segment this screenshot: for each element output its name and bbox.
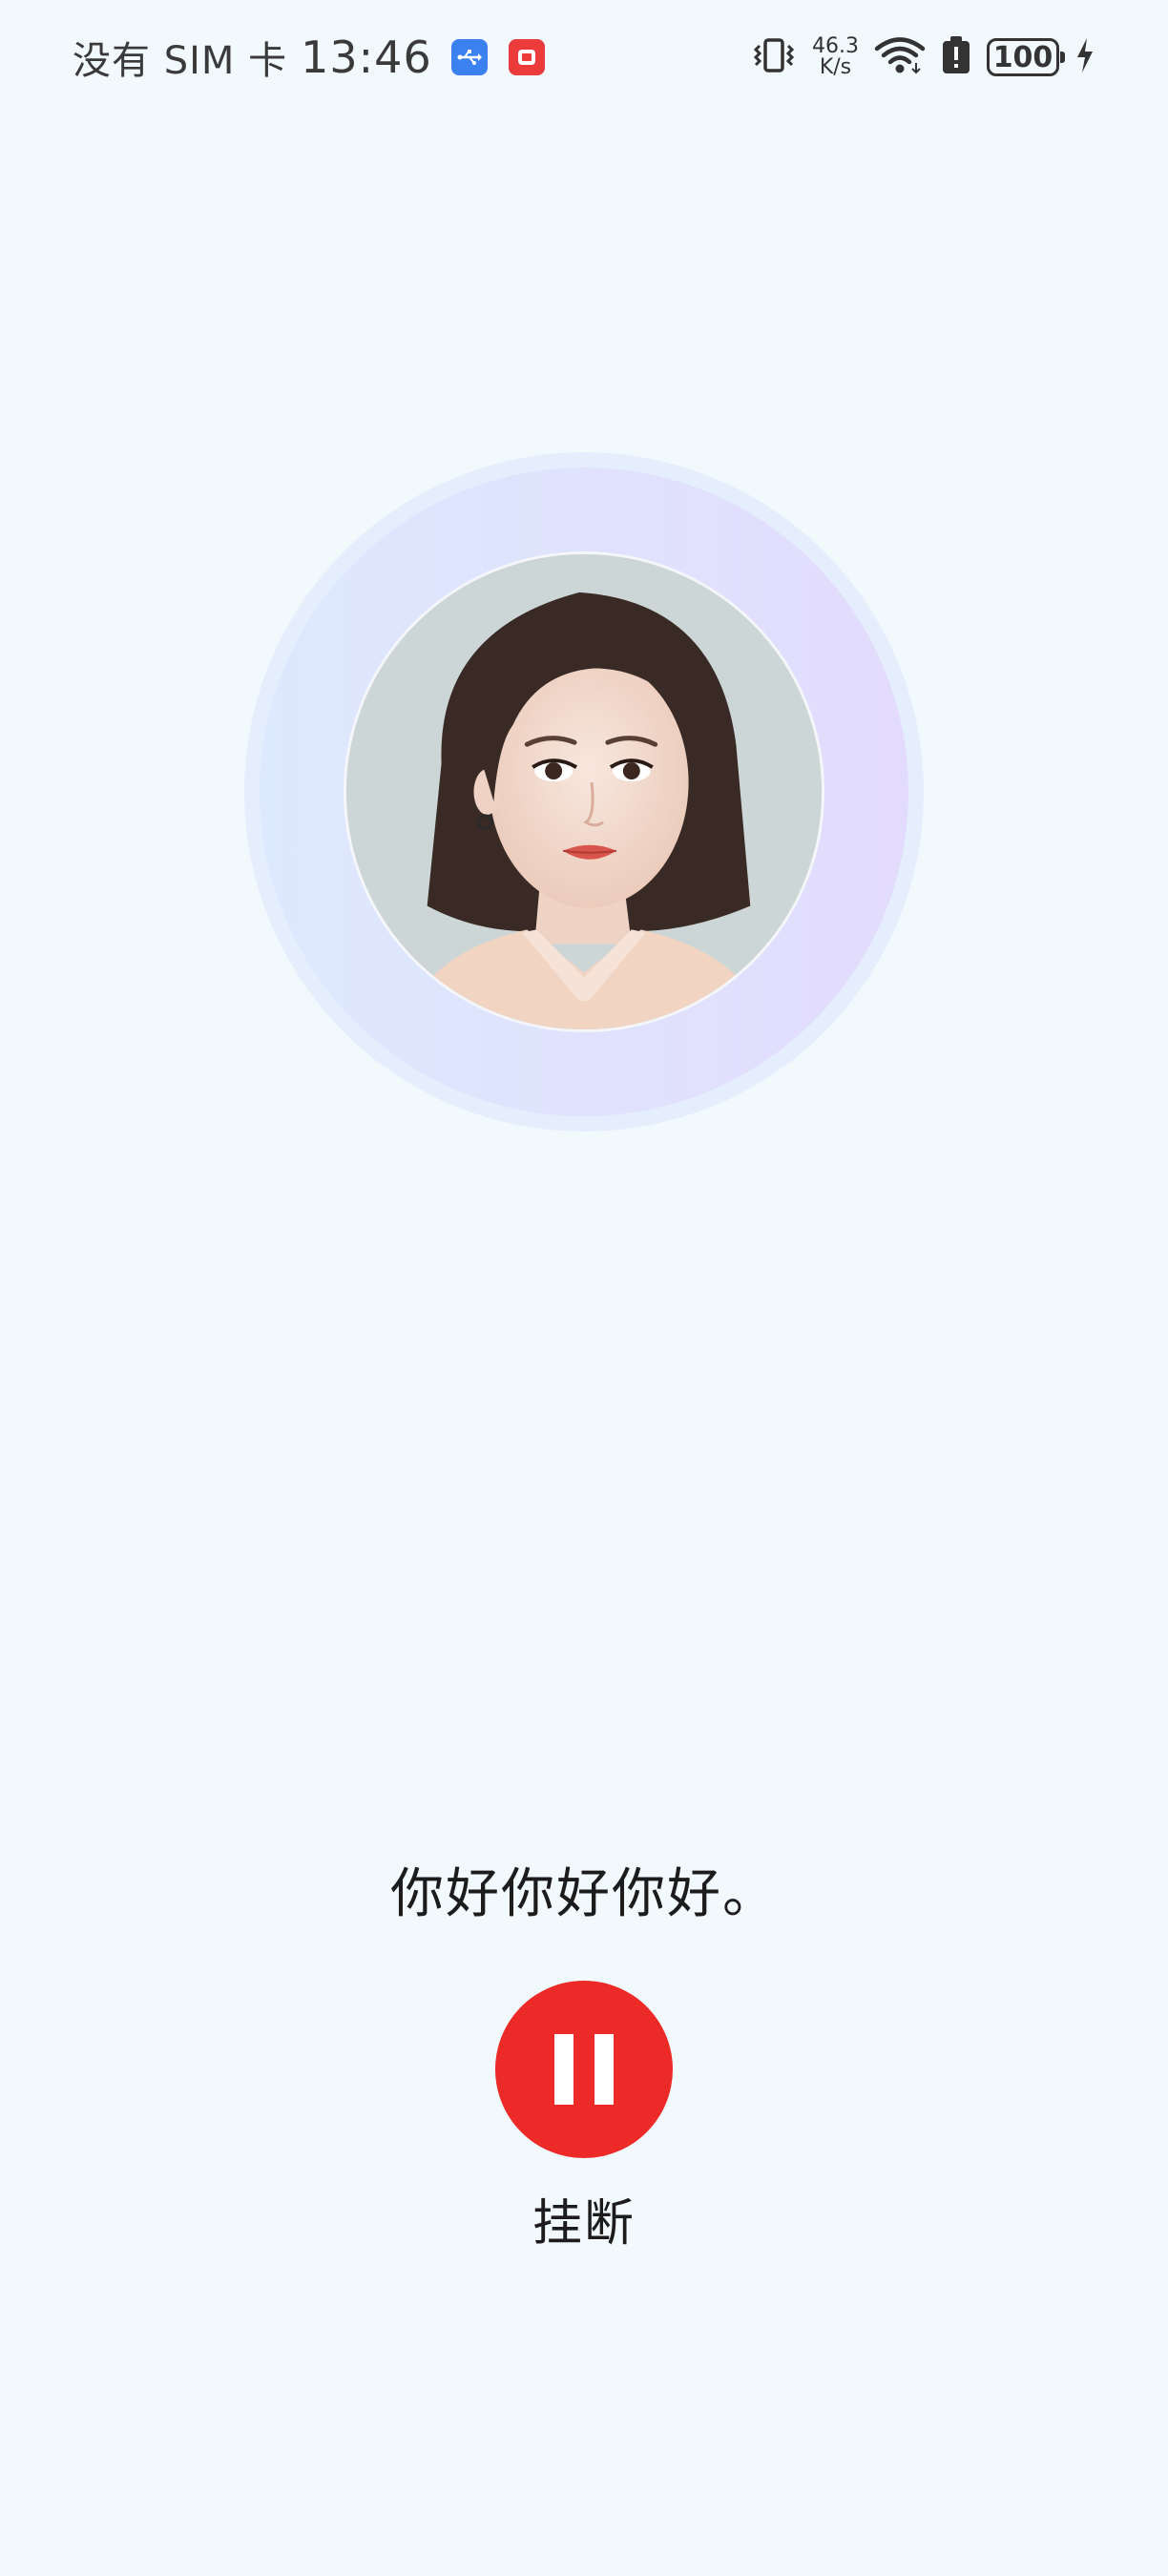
status-right: 46.3 K/s 100	[751, 29, 1095, 86]
hangup-button[interactable]	[495, 1981, 673, 2158]
charging-icon	[1074, 36, 1095, 78]
status-bar: 没有 SIM 卡 13:46 46.3 K/s 100	[0, 0, 1168, 114]
pause-icon	[554, 2034, 614, 2105]
speed-unit: K/s	[819, 55, 852, 79]
status-left: 没有 SIM 卡 13:46	[73, 27, 545, 88]
speed-value: 46.3	[812, 34, 859, 58]
clock: 13:46	[301, 31, 432, 83]
carrier-text: 没有 SIM 卡	[73, 39, 288, 83]
vibrate-icon	[751, 36, 797, 78]
avatar	[344, 551, 824, 1032]
battery-level: 100	[992, 40, 1053, 74]
call-transcript: 你好你好你好。	[390, 1863, 778, 1925]
wifi-icon	[874, 36, 926, 78]
alert-icon	[941, 35, 971, 79]
hangup-label: 挂断	[532, 2195, 636, 2253]
notification-icon	[508, 39, 545, 75]
usb-icon	[450, 39, 488, 75]
battery-icon: 100	[987, 38, 1065, 76]
network-speed: 46.3 K/s	[812, 36, 859, 78]
